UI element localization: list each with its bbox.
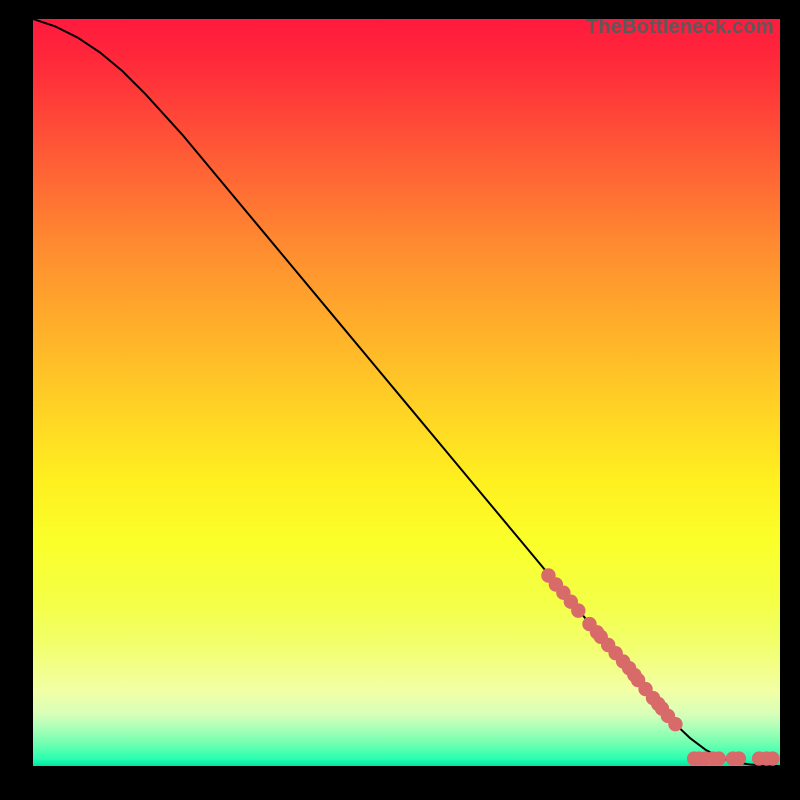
data-marker <box>668 717 682 731</box>
curve-line <box>33 19 780 766</box>
watermark-text: TheBottleneck.com <box>586 19 774 39</box>
plot-area: TheBottleneck.com <box>33 19 780 766</box>
data-marker <box>571 603 585 617</box>
data-marker <box>765 751 779 765</box>
data-marker <box>732 751 746 765</box>
marker-group <box>541 568 780 765</box>
chart-svg <box>33 19 780 766</box>
curve-path <box>33 19 780 766</box>
chart-stage: TheBottleneck.com <box>0 0 800 800</box>
data-marker <box>712 751 726 765</box>
